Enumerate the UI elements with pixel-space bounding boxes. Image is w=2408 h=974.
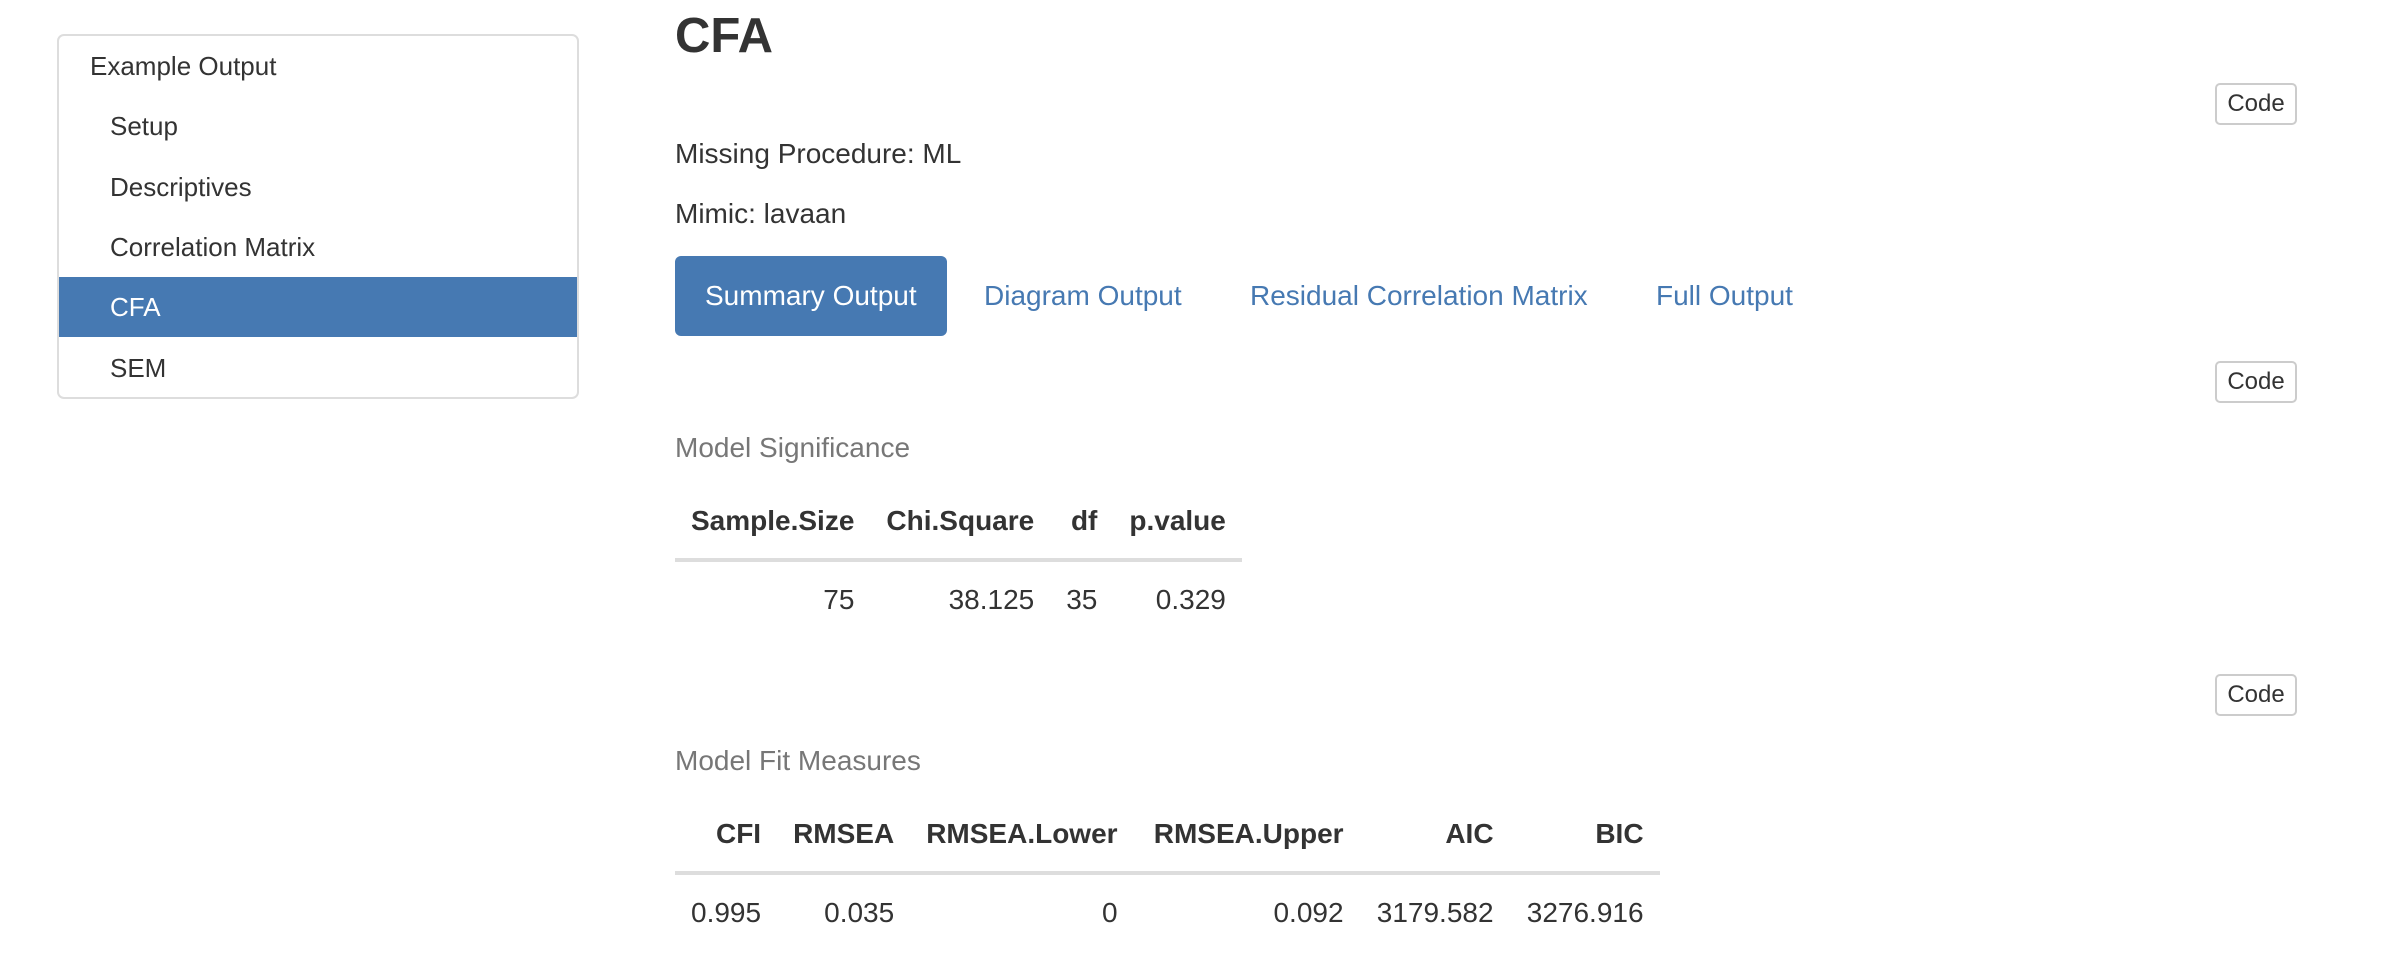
table-cell: 3276.916: [1526, 897, 1644, 928]
table-cell: 0: [1101, 897, 1118, 928]
main-content: CFA Code Missing Procedure: ML Mimic: la…: [675, 0, 2315, 974]
toc-item-descriptives[interactable]: Descriptives: [59, 157, 577, 217]
table-header-row: Sample.Size Chi.Square df p.value: [675, 484, 1242, 562]
code-button[interactable]: Code: [2215, 361, 2297, 403]
table-cell: 0.035: [824, 897, 895, 928]
column-header: RMSEA.Lower: [910, 797, 1134, 875]
page-title: CFA: [675, 9, 773, 63]
table-cell: 38.125: [948, 584, 1035, 615]
tab-residual-correlation-matrix[interactable]: Residual Correlation Matrix: [1250, 256, 1588, 336]
toc-item-setup[interactable]: Setup: [59, 96, 577, 156]
table-cell: 75: [823, 584, 855, 615]
column-header: Sample.Size: [675, 484, 871, 562]
tab-full-output[interactable]: Full Output: [1656, 256, 1793, 336]
model-significance-table: Sample.Size Chi.Square df p.value 75 38.…: [675, 484, 1242, 638]
column-header: RMSEA: [777, 797, 911, 875]
table-cell: 0.329: [1155, 584, 1226, 615]
column-header: df: [1050, 484, 1114, 562]
toc-item-example-output[interactable]: Example Output: [59, 36, 577, 96]
toc-item-cfa[interactable]: CFA: [59, 277, 577, 337]
column-header: RMSEA.Upper: [1133, 797, 1360, 875]
code-button[interactable]: Code: [2215, 674, 2297, 716]
toc-item-correlation-matrix[interactable]: Correlation Matrix: [59, 217, 577, 277]
model-significance-caption: Model Significance: [675, 432, 911, 463]
model-fit-measures-table: CFI RMSEA RMSEA.Lower RMSEA.Upper AIC BI…: [675, 797, 1660, 951]
column-header: AIC: [1359, 797, 1510, 875]
column-header: Chi.Square: [870, 484, 1051, 562]
column-header: BIC: [1509, 797, 1660, 875]
table-cell: 0.995: [691, 897, 762, 928]
tab-summary-output[interactable]: Summary Output: [675, 256, 947, 336]
tab-diagram-output[interactable]: Diagram Output: [984, 256, 1182, 336]
column-header: p.value: [1113, 484, 1242, 562]
table-header-row: CFI RMSEA RMSEA.Lower RMSEA.Upper AIC BI…: [675, 797, 1660, 875]
toc-item-sem[interactable]: SEM: [59, 338, 577, 397]
mimic-text: Mimic: lavaan: [675, 198, 847, 229]
table-of-contents: Example Output Setup Descriptives Correl…: [57, 34, 579, 399]
table-row: 0.995 0.035 0 0.092 3179.582 3276.916: [675, 873, 1660, 951]
table-cell: 0.092: [1273, 897, 1344, 928]
missing-procedure-text: Missing Procedure: ML: [675, 138, 962, 169]
table-row: 75 38.125 35 0.329: [675, 560, 1242, 638]
column-header: CFI: [675, 797, 778, 875]
table-cell: 35: [1066, 584, 1098, 615]
table-cell: 3179.582: [1376, 897, 1494, 928]
model-fit-measures-caption: Model Fit Measures: [675, 745, 921, 776]
code-button[interactable]: Code: [2215, 83, 2297, 125]
